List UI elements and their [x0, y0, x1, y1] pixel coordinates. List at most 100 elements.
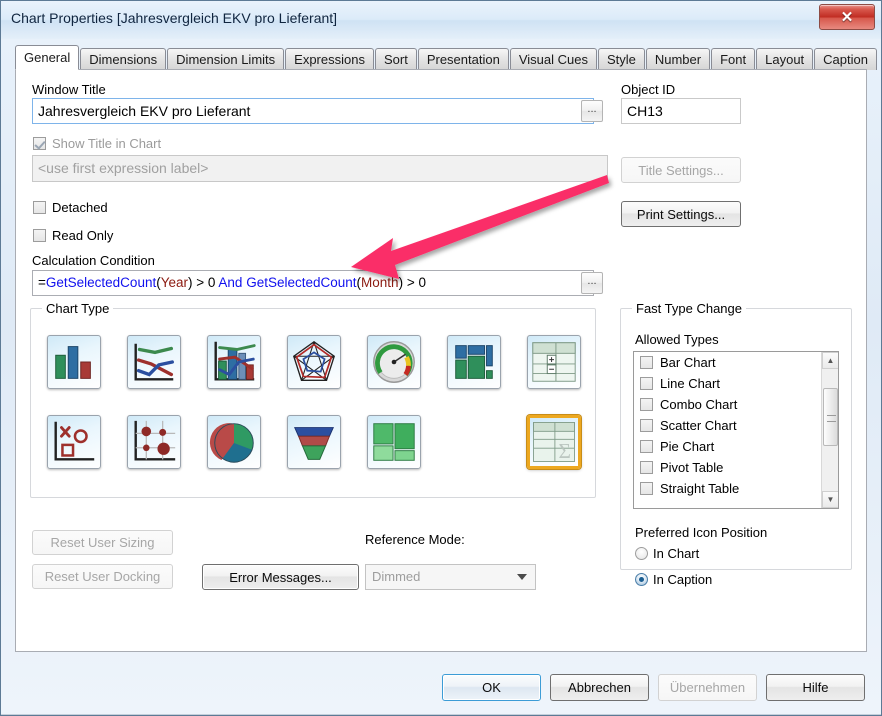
read-only-label: Read Only [52, 228, 114, 243]
chart-title-input[interactable]: <use first expression label> [32, 155, 608, 182]
calculation-condition-input[interactable]: =GetSelectedCount(Year) > 0 And GetSelec… [32, 270, 594, 296]
calculation-condition-label: Calculation Condition [32, 253, 155, 268]
tab-style[interactable]: Style [597, 48, 645, 70]
close-icon: ✕ [840, 8, 854, 26]
checkbox-icon[interactable] [640, 398, 653, 411]
help-button[interactable]: Hilfe [766, 674, 865, 701]
tab-visual-cues[interactable]: Visual Cues [509, 48, 597, 70]
window-title: Chart Properties [Jahresvergleich EKV pr… [11, 10, 338, 26]
checkbox-icon [33, 229, 46, 242]
print-settings-button[interactable]: Print Settings... [621, 201, 741, 227]
tab-expressions[interactable]: Expressions [285, 48, 374, 70]
tab-general[interactable]: General [15, 45, 80, 70]
tab-dimensions[interactable]: Dimensions [80, 48, 167, 70]
list-item[interactable]: Straight Table [634, 478, 838, 499]
radio-icon [635, 573, 648, 586]
list-item[interactable]: Bar Chart [634, 352, 838, 373]
detached-checkbox[interactable]: Detached [33, 200, 108, 215]
radio-icon [635, 547, 648, 560]
checkbox-icon[interactable] [640, 419, 653, 432]
list-item-label: Bar Chart [660, 355, 716, 370]
show-title-in-chart-checkbox[interactable]: Show Title in Chart [33, 136, 161, 151]
chart-type-combo-chart[interactable] [207, 335, 261, 389]
allowed-types-scrollbar[interactable]: ▲ ▼ [821, 352, 838, 508]
radar-chart-icon [292, 340, 336, 381]
tab-layout[interactable]: Layout [756, 48, 814, 70]
reset-user-docking-button[interactable]: Reset User Docking [32, 564, 173, 589]
checkbox-icon[interactable] [640, 461, 653, 474]
icon-position-in-chart-radio[interactable]: In Chart [635, 546, 699, 561]
list-item[interactable]: Pivot Table [634, 457, 838, 478]
read-only-checkbox[interactable]: Read Only [33, 228, 113, 243]
checkbox-icon[interactable] [640, 482, 653, 495]
checkbox-icon [33, 201, 46, 214]
chart-properties-dialog: Chart Properties [Jahresvergleich EKV pr… [0, 0, 882, 716]
list-item-label: Pivot Table [660, 460, 724, 475]
window-title-label: Window Title [32, 82, 106, 97]
chart-type-scatter-chart[interactable] [47, 415, 101, 469]
block-chart-icon [134, 420, 176, 461]
list-item-label: Pie Chart [660, 439, 715, 454]
pie-chart-icon [209, 423, 254, 463]
tab-strip: General Dimensions Dimension Limits Expr… [15, 45, 877, 70]
tab-dimension-limits[interactable]: Dimension Limits [167, 48, 285, 70]
bar-chart-icon [55, 346, 91, 379]
pivot-table-icon [532, 342, 576, 382]
icon-position-in-chart-label: In Chart [653, 546, 700, 561]
chevron-down-icon [517, 574, 527, 580]
general-tab-panel: Window Title Jahresvergleich EKV pro Lie… [15, 69, 867, 652]
object-id-input[interactable]: CH13 [621, 98, 741, 124]
gauge-chart-icon [373, 341, 415, 383]
reset-user-sizing-button[interactable]: Reset User Sizing [32, 530, 173, 555]
scrollbar-thumb[interactable] [823, 388, 838, 446]
grid-chart-icon [455, 345, 493, 379]
allowed-types-list[interactable]: Bar Chart Line Chart Combo Chart Scatter… [633, 351, 839, 509]
chart-type-radar-chart[interactable] [287, 335, 341, 389]
error-messages-button[interactable]: Error Messages... [202, 564, 359, 590]
chart-type-straight-table[interactable]: Σ [527, 415, 581, 469]
icon-position-in-caption-radio[interactable]: In Caption [635, 572, 712, 587]
checkbox-icon [33, 137, 46, 150]
tab-font[interactable]: Font [711, 48, 756, 70]
list-item[interactable]: Scatter Chart [634, 415, 838, 436]
checkbox-icon[interactable] [640, 377, 653, 390]
chart-type-bar-chart[interactable] [47, 335, 101, 389]
straight-table-icon: Σ [533, 422, 575, 463]
chart-type-grid-chart[interactable] [447, 335, 501, 389]
funnel-chart-icon [293, 427, 335, 460]
apply-button[interactable]: Übernehmen [658, 674, 757, 701]
ok-button[interactable]: OK [442, 674, 541, 701]
checkbox-icon[interactable] [640, 356, 653, 369]
reference-mode-label: Reference Mode: [365, 532, 465, 547]
reference-mode-select[interactable]: Dimmed [365, 564, 536, 590]
chart-type-gauge-chart[interactable] [367, 335, 421, 389]
calculation-condition-browse-button[interactable]: ... [581, 272, 603, 294]
chart-type-line-chart[interactable] [127, 335, 181, 389]
chart-type-funnel-chart[interactable] [287, 415, 341, 469]
svg-text:Σ: Σ [558, 439, 570, 463]
tab-number[interactable]: Number [645, 48, 711, 70]
scroll-down-icon[interactable]: ▼ [822, 491, 838, 508]
chart-type-mekko-chart[interactable] [367, 415, 421, 469]
close-button[interactable]: ✕ [819, 4, 875, 30]
window-title-input[interactable]: Jahresvergleich EKV pro Lieferant [32, 98, 594, 124]
title-settings-button[interactable]: Title Settings... [621, 157, 741, 183]
list-item[interactable]: Pie Chart [634, 436, 838, 457]
list-item-label: Combo Chart [660, 397, 738, 412]
chart-type-pivot-table[interactable] [527, 335, 581, 389]
reference-mode-value: Dimmed [372, 569, 421, 584]
list-item[interactable]: Line Chart [634, 373, 838, 394]
tab-presentation[interactable]: Presentation [417, 48, 509, 70]
window-title-browse-button[interactable]: ... [581, 100, 603, 122]
checkbox-icon[interactable] [640, 440, 653, 453]
chart-type-block-chart[interactable] [127, 415, 181, 469]
list-item-label: Straight Table [660, 481, 740, 496]
chart-type-pie-chart[interactable] [207, 415, 261, 469]
list-item[interactable]: Combo Chart [634, 394, 838, 415]
scroll-up-icon[interactable]: ▲ [822, 352, 838, 369]
title-bar: Chart Properties [Jahresvergleich EKV pr… [1, 1, 881, 39]
cancel-button[interactable]: Abbrechen [550, 674, 649, 701]
tab-caption[interactable]: Caption [814, 48, 877, 70]
icon-position-in-caption-label: In Caption [653, 572, 713, 587]
tab-sort[interactable]: Sort [374, 48, 417, 70]
